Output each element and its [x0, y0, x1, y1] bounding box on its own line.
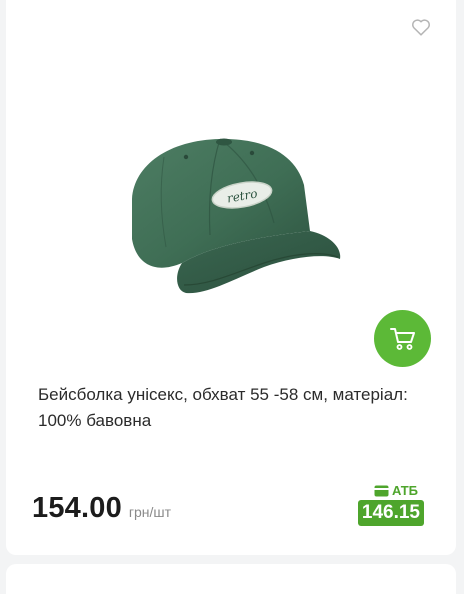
card-price: 146.15 — [357, 500, 424, 526]
product-price: 154.00 — [32, 492, 122, 524]
card-price-label: АТБ — [374, 483, 418, 498]
product-image[interactable]: retro — [124, 135, 346, 301]
price-row: 154.00 грн/шт — [32, 492, 171, 525]
favorite-button[interactable] — [410, 16, 432, 38]
price-unit: грн/шт — [128, 504, 172, 520]
product-title[interactable]: Бейсболка унісекс, обхват 55 -58 см, мат… — [38, 382, 433, 434]
heart-outline-icon — [412, 19, 430, 36]
card-price-label-text: АТБ — [391, 483, 418, 498]
product-card[interactable]: retro Бейсболка унісекс, обхват 55 -58 с… — [6, 0, 456, 555]
shopping-cart-icon — [389, 327, 415, 350]
next-product-card — [6, 564, 456, 594]
add-to-cart-button[interactable] — [374, 310, 431, 367]
wallet-icon — [374, 485, 389, 496]
